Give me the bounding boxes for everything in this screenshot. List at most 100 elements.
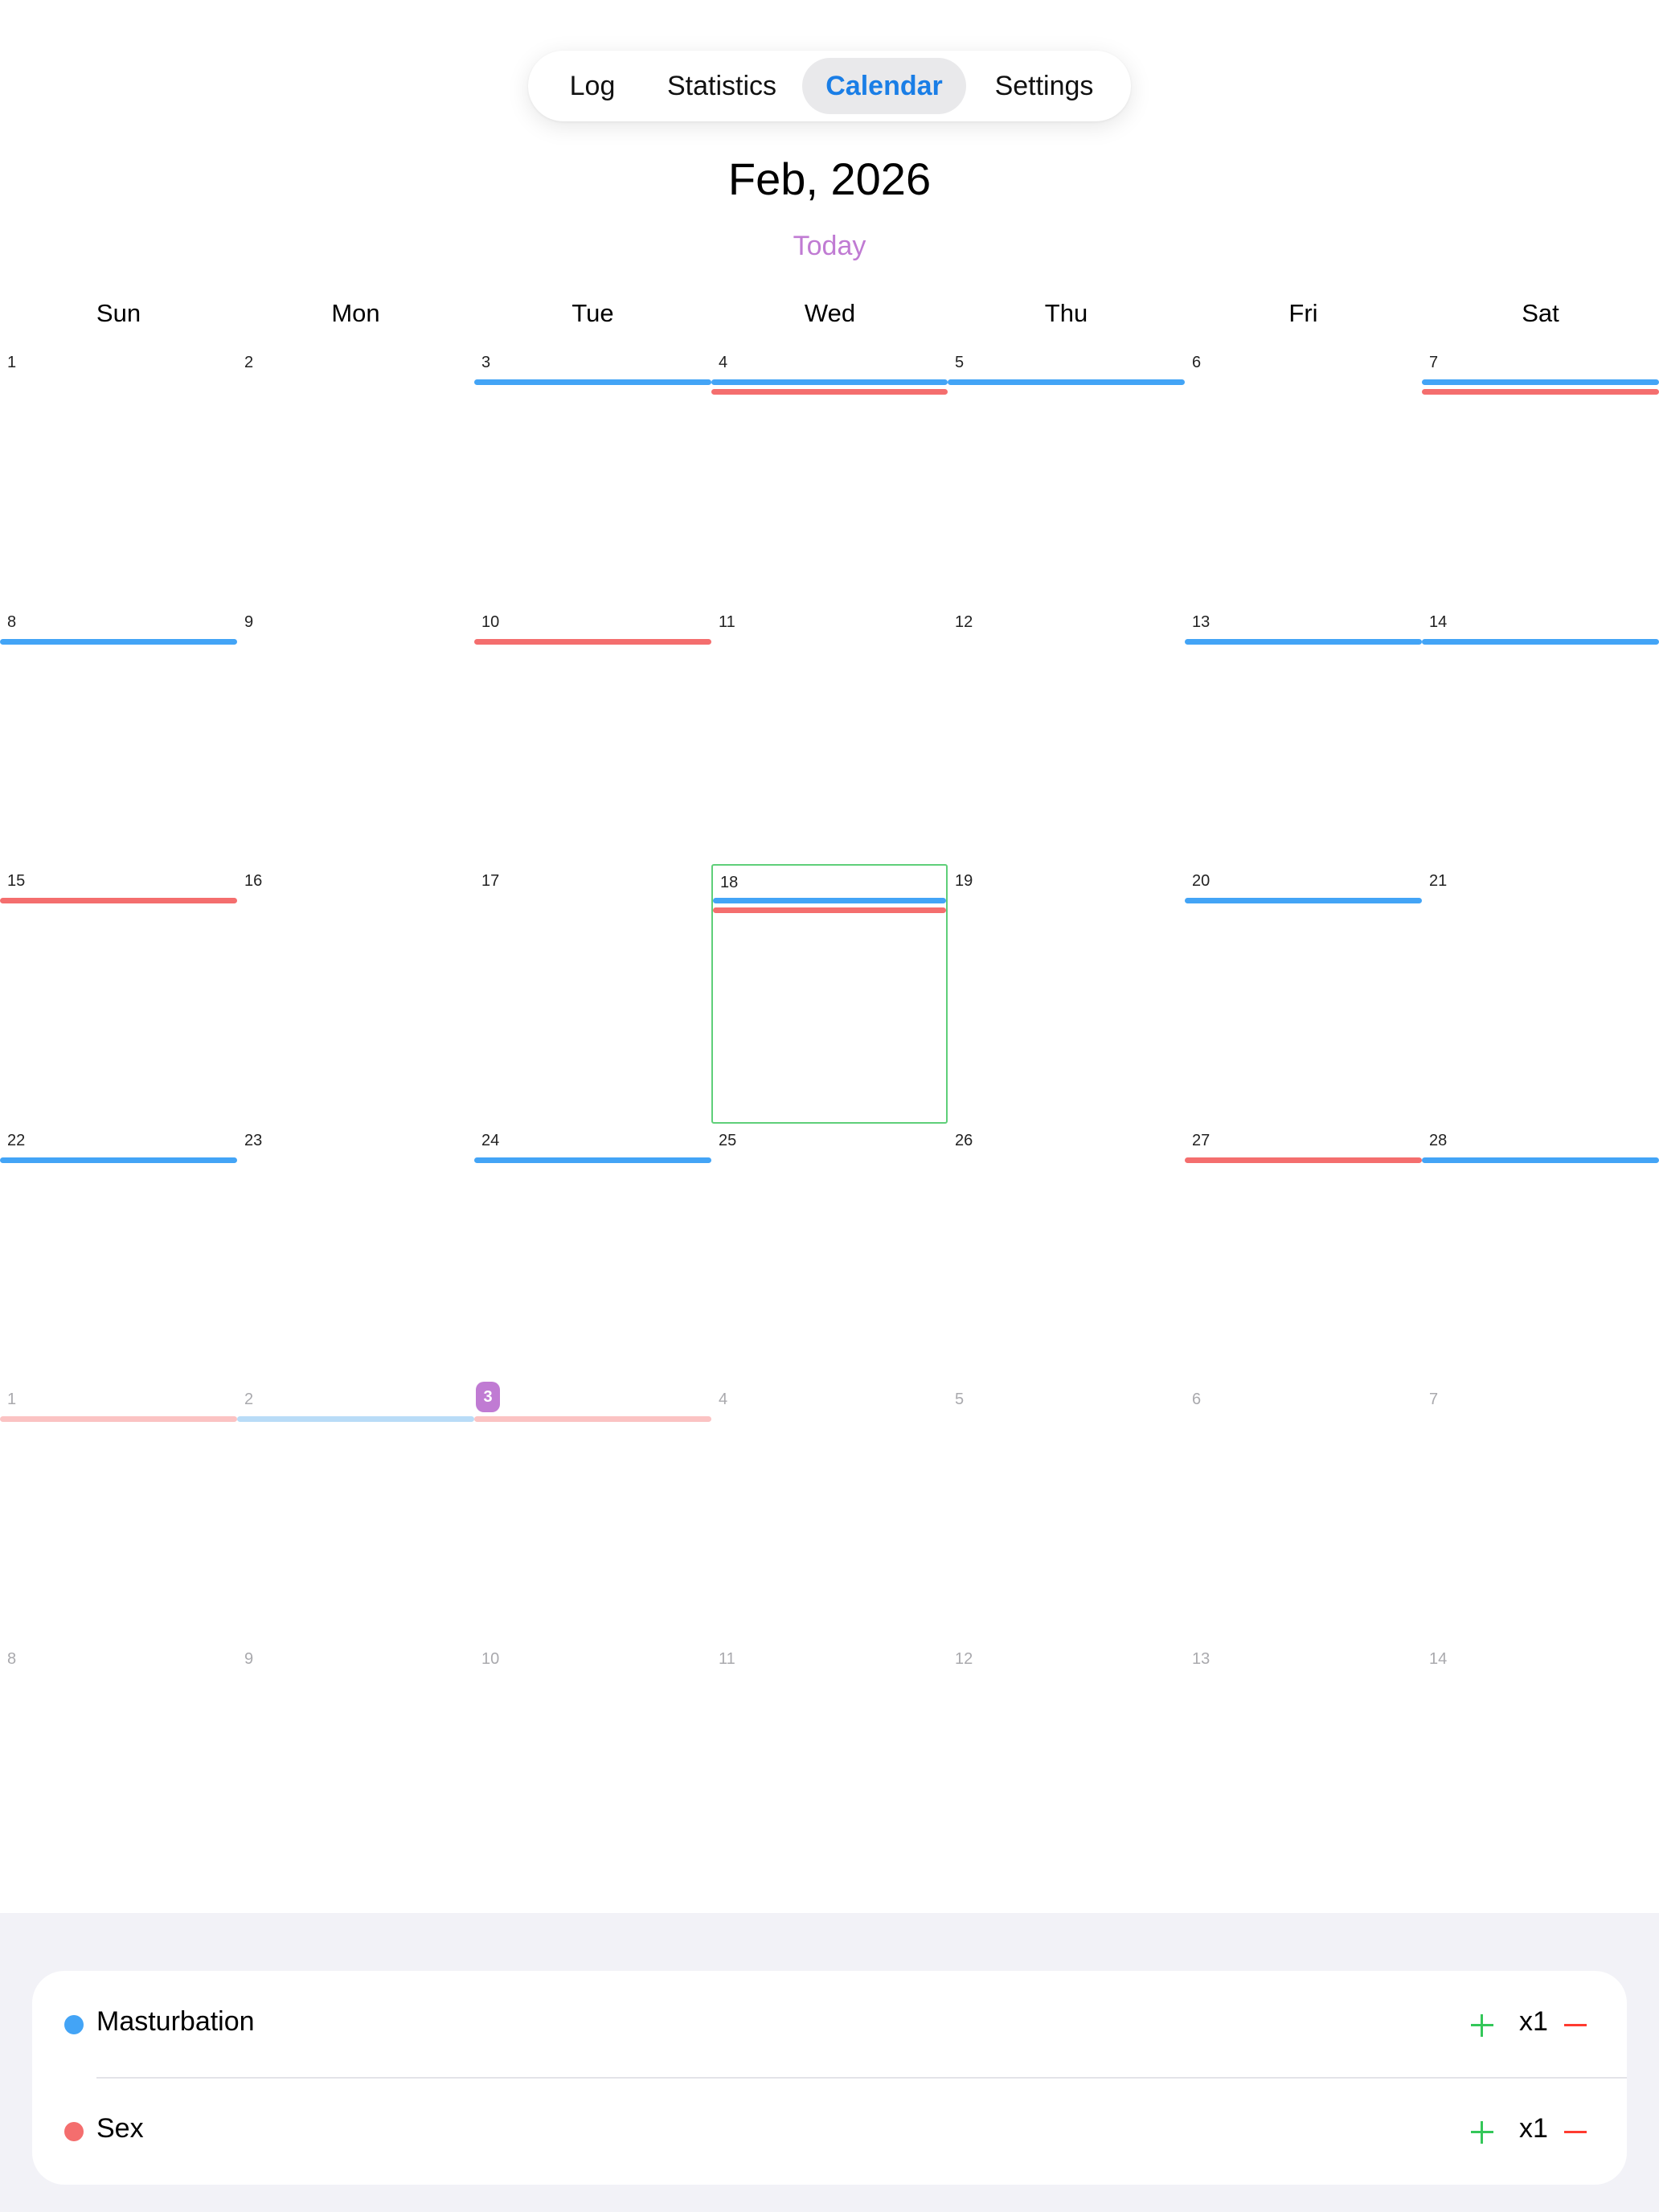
activity-row-masturbation: Masturbation x1 [32,1971,1627,2078]
calendar-day-cell[interactable]: 11 [711,1642,948,1902]
calendar-day-cell[interactable]: 21 [1422,864,1659,1124]
calendar-day-cell[interactable]: 8 [0,605,237,865]
calendar-day-cell[interactable]: 7 [1422,1382,1659,1642]
calendar-day-cell[interactable]: 5 [948,346,1185,605]
calendar-day-cell[interactable]: 20 [1185,864,1422,1124]
calendar-day-cell[interactable]: 14 [1422,1642,1659,1902]
calendar-day-cell[interactable]: 6 [1185,346,1422,605]
calendar-day-cell[interactable]: 4 [711,346,948,605]
day-number: 5 [955,1391,965,1408]
calendar-day-cell[interactable]: 14 [1422,605,1659,865]
activity-row-sex: Sex x1 [32,2078,1627,2185]
day-number: 24 [481,1132,500,1149]
calendar-day-cell[interactable]: 17 [474,864,711,1124]
day-number: 26 [955,1132,973,1149]
masturbation-event-bar [1422,379,1659,385]
sex-event-bar [0,1416,237,1422]
minus-icon[interactable] [1559,2001,1591,2048]
calendar-day-cell[interactable]: 8 [0,1642,237,1902]
day-number: 20 [1192,872,1210,890]
calendar-day-cell[interactable]: 10 [474,605,711,865]
calendar-day-cell[interactable]: 7 [1422,346,1659,605]
tab-settings[interactable]: Settings [972,58,1116,114]
day-number: 11 [719,1650,735,1668]
calendar-day-cell[interactable]: 28 [1422,1124,1659,1383]
sex-event-bar [0,898,237,903]
day-number: 2 [244,354,254,371]
plus-icon[interactable] [1466,2001,1498,2048]
calendar-day-cell[interactable]: 23 [237,1124,474,1383]
calendar-day-cell[interactable]: 13 [1185,605,1422,865]
masturbation-event-bar [237,1416,474,1422]
calendar-day-cell[interactable]: 11 [711,605,948,865]
masturbation-event-bar [711,379,948,385]
calendar-day-cell[interactable]: 1 [0,346,237,605]
calendar-day-cell[interactable]: 13 [1185,1642,1422,1902]
calendar-day-cell[interactable]: 19 [948,864,1185,1124]
calendar-day-cell[interactable]: 27 [1185,1124,1422,1383]
activity-panel: Masturbation x1 Sex x1 [32,1971,1627,2185]
day-number: 21 [1429,872,1448,890]
day-number: 13 [1192,1650,1210,1668]
plus-icon[interactable] [1466,2108,1498,2155]
day-number: 1 [7,354,17,371]
day-number: 13 [1192,613,1210,631]
sex-event-bar [711,389,948,395]
calendar-day-cell[interactable]: 26 [948,1124,1185,1383]
calendar-day-cell[interactable]: 5 [948,1382,1185,1642]
tab-log[interactable]: Log [546,58,639,114]
tab-calendar[interactable]: Calendar [802,58,966,114]
calendar-day-cell[interactable]: 2 [237,346,474,605]
activity-label: Masturbation [96,2006,255,2037]
masturbation-event-bar [1185,639,1422,645]
masturbation-color-dot [64,2015,84,2034]
minus-icon[interactable] [1559,2108,1591,2155]
calendar-day-cell[interactable]: 12 [948,605,1185,865]
calendar-day-cell[interactable]: 3 [474,1382,711,1642]
top-segmented-nav: Log Statistics Calendar Settings [528,51,1131,121]
calendar-day-cell[interactable]: 9 [237,605,474,865]
sex-color-dot [64,2122,84,2141]
calendar-day-cell[interactable]: 22 [0,1124,237,1383]
calendar-day-cell[interactable]: 6 [1185,1382,1422,1642]
sex-event-bar [474,639,711,645]
activity-count: x1 [1519,2006,1548,2037]
tab-statistics[interactable]: Statistics [645,58,798,114]
masturbation-event-bar [0,639,237,645]
day-number: 3 [481,354,491,371]
calendar-day-cell[interactable]: 25 [711,1124,948,1383]
activity-panel-background: Masturbation x1 Sex x1 [0,1913,1659,2212]
calendar-day-cell[interactable]: 4 [711,1382,948,1642]
masturbation-event-bar [474,379,711,385]
day-number: 5 [955,354,965,371]
masturbation-event-bar [948,379,1185,385]
day-number: 10 [481,613,500,631]
sex-event-bar [713,907,946,913]
calendar-day-cell[interactable]: 24 [474,1124,711,1383]
activity-label: Sex [96,2113,144,2144]
day-number: 12 [955,613,973,631]
weekday-header-sun: Sun [96,299,141,327]
today-button[interactable]: Today [0,231,1659,262]
calendar-day-cell[interactable]: 18 [711,864,948,1124]
day-number: 15 [7,872,26,890]
day-number: 6 [1192,354,1202,371]
day-number: 14 [1429,1650,1448,1668]
calendar-day-cell[interactable]: 2 [237,1382,474,1642]
day-number: 9 [244,613,254,631]
day-number: 22 [7,1132,26,1149]
masturbation-event-bar [1422,1157,1659,1163]
weekday-header-mon: Mon [331,299,380,327]
calendar-day-cell[interactable]: 3 [474,346,711,605]
calendar-day-cell[interactable]: 1 [0,1382,237,1642]
weekday-header-fri: Fri [1288,299,1318,327]
calendar-day-cell[interactable]: 9 [237,1642,474,1902]
calendar-day-cell[interactable]: 15 [0,864,237,1124]
masturbation-event-bar [0,1157,237,1163]
day-number: 19 [955,872,973,890]
calendar-day-cell[interactable]: 16 [237,864,474,1124]
today-day-badge: 3 [476,1382,500,1412]
calendar-day-cell[interactable]: 12 [948,1642,1185,1902]
calendar-grid: 1 2 3 4 5 6 7 8 9 10 11 12 13 14 15 16 17 18 19 20 21 22 23 24 2… [0,346,1659,1901]
calendar-day-cell[interactable]: 10 [474,1642,711,1902]
